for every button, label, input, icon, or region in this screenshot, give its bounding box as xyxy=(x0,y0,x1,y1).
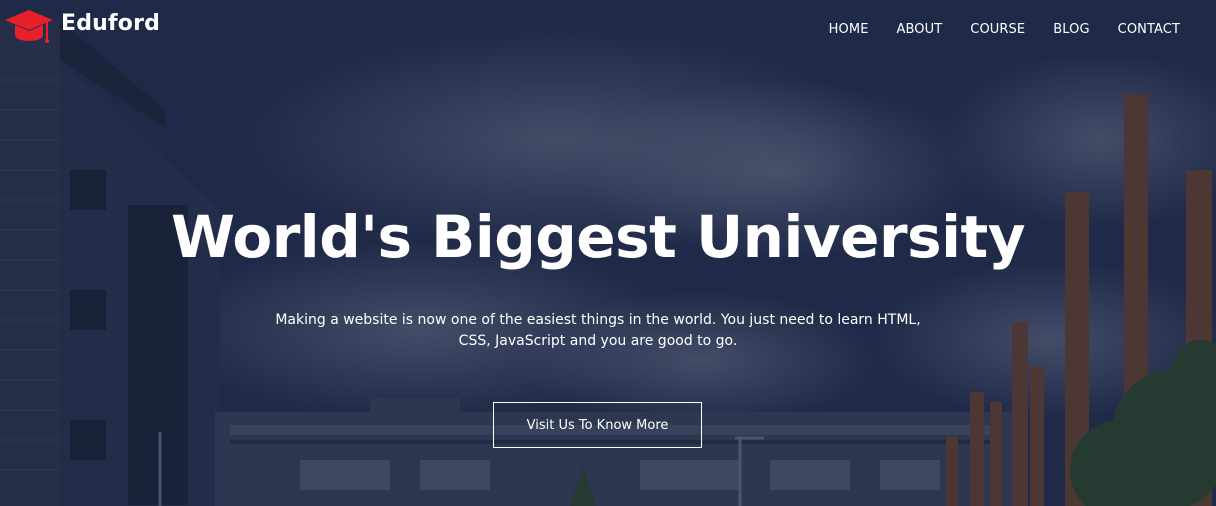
nav-home[interactable]: HOME xyxy=(829,22,869,37)
nav-blog[interactable]: BLOG xyxy=(1053,22,1089,37)
visit-us-button[interactable]: Visit Us To Know More xyxy=(493,402,702,448)
brand-name: Eduford xyxy=(61,10,161,36)
nav-contact[interactable]: CONTACT xyxy=(1118,22,1180,37)
hero-headline: World's Biggest University xyxy=(170,203,1026,271)
hero-section: Eduford HOME ABOUT COURSE BLOG CONTACT W… xyxy=(0,0,1216,506)
nav-course[interactable]: COURSE xyxy=(970,22,1025,37)
hero-subtext: Making a website is now one of the easie… xyxy=(275,312,921,349)
nav-about[interactable]: ABOUT xyxy=(897,22,943,37)
main-nav: HOME ABOUT COURSE BLOG CONTACT xyxy=(801,22,1180,37)
graduation-cap-icon xyxy=(5,10,53,43)
brand-logo[interactable]: Eduford xyxy=(4,8,160,48)
